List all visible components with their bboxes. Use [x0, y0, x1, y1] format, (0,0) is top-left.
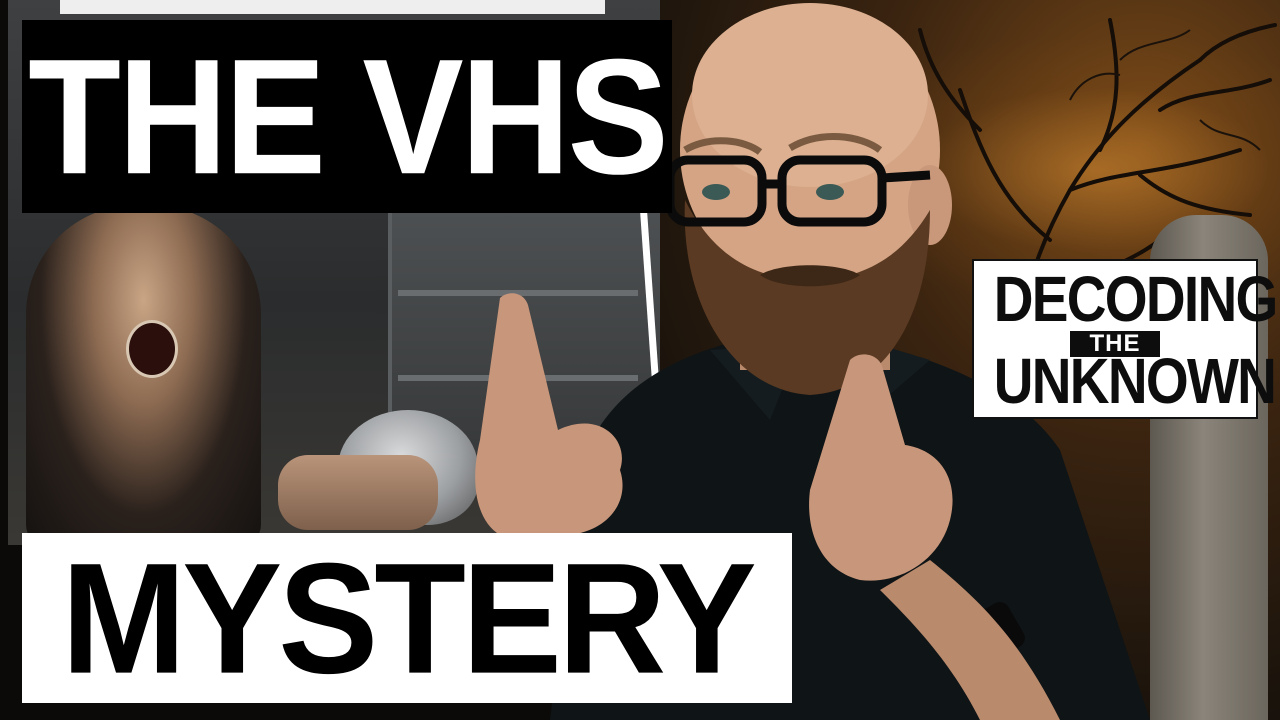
- title-bottom-text: MYSTERY: [61, 529, 757, 707]
- logo-line-decoding: DECODING: [993, 263, 1279, 335]
- title-top-text: THE VHS: [28, 24, 669, 209]
- hand-holding-skull: [278, 455, 438, 530]
- title-bottom-banner: MYSTERY: [22, 533, 792, 703]
- title-top-banner: THE VHS: [22, 20, 672, 213]
- logo-line-unknown: UNKNOWN: [993, 345, 1277, 417]
- open-mouth: [126, 320, 178, 378]
- channel-logo: DECODING THE UNKNOWN: [974, 261, 1279, 417]
